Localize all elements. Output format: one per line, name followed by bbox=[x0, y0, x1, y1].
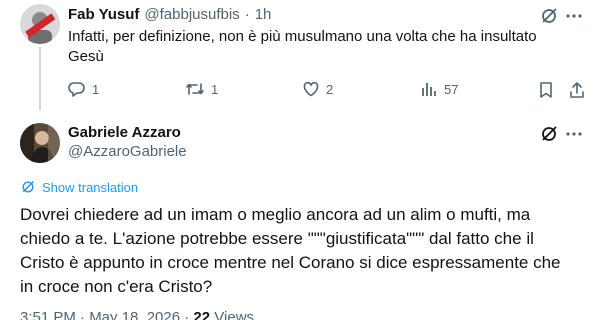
thread-line bbox=[39, 47, 41, 110]
reply-icon bbox=[68, 82, 85, 97]
show-translation-label: Show translation bbox=[42, 179, 139, 195]
reply-separator: · bbox=[244, 6, 250, 23]
reply-timestamp[interactable]: 1h bbox=[255, 6, 272, 23]
retweet-button[interactable]: 1 bbox=[185, 80, 218, 98]
reply-header: Fab Yusuf @fabbjusufbis · 1h bbox=[68, 6, 271, 23]
views-chart-icon bbox=[422, 83, 436, 96]
gabriele-azzaro-avatar[interactable] bbox=[20, 123, 60, 163]
views-button[interactable]: 57 bbox=[420, 80, 458, 98]
share-icon[interactable] bbox=[566, 80, 588, 100]
tweet-meta: 3:51 PM · May 18, 2026 · 22 Views bbox=[20, 309, 254, 320]
fab-yusuf-avatar[interactable] bbox=[20, 4, 60, 44]
like-button[interactable]: 2 bbox=[302, 80, 333, 98]
more-dots-icon[interactable] bbox=[563, 123, 585, 145]
main-tweet-text: Dovrei chiedere ad un imam o meglio anco… bbox=[20, 203, 580, 299]
reply-text-line: Gesù bbox=[68, 48, 104, 65]
main-text-line: Cristo è appunto in croce mentre nel Cor… bbox=[20, 253, 561, 272]
tweet-views-count: 22 bbox=[193, 309, 211, 320]
reply-count: 1 bbox=[92, 81, 100, 97]
reply-text-line: Infatti, per definizione, non è più musu… bbox=[68, 28, 537, 45]
like-count: 2 bbox=[326, 81, 334, 97]
main-text-line: Dovrei chiedere ad un imam o meglio anco… bbox=[20, 205, 531, 224]
bookmark-icon[interactable] bbox=[535, 80, 557, 100]
views-count: 57 bbox=[444, 81, 459, 97]
heart-icon bbox=[303, 81, 319, 97]
tweet-views-label: Views bbox=[214, 309, 255, 320]
reply-button[interactable]: 1 bbox=[68, 80, 99, 98]
grok-slash-icon[interactable] bbox=[538, 123, 560, 145]
reply-author-name[interactable]: Fab Yusuf bbox=[68, 6, 139, 23]
reply-text: Infatti, per definizione, non è più musu… bbox=[68, 27, 578, 67]
retweet-count: 1 bbox=[211, 81, 219, 97]
grok-slash-icon[interactable] bbox=[538, 5, 560, 27]
show-translation-link[interactable]: Show translation bbox=[20, 179, 138, 195]
translate-globe-icon bbox=[22, 180, 35, 193]
main-text-line: chiedo a te. L'azione potrebbe essere ""… bbox=[20, 229, 534, 248]
more-dots-icon[interactable] bbox=[563, 5, 585, 27]
tweet-timestamp[interactable]: 3:51 PM · May 18, 2026 · bbox=[20, 309, 189, 320]
main-author-name[interactable]: Gabriele Azzaro bbox=[68, 124, 187, 141]
retweet-icon bbox=[186, 83, 204, 95]
reply-author-handle[interactable]: @fabbjusufbis bbox=[144, 6, 239, 23]
main-text-line: in croce non c'era Cristo? bbox=[20, 277, 213, 296]
main-author-block: Gabriele Azzaro @AzzaroGabriele bbox=[68, 124, 187, 160]
main-author-handle[interactable]: @AzzaroGabriele bbox=[68, 143, 187, 160]
